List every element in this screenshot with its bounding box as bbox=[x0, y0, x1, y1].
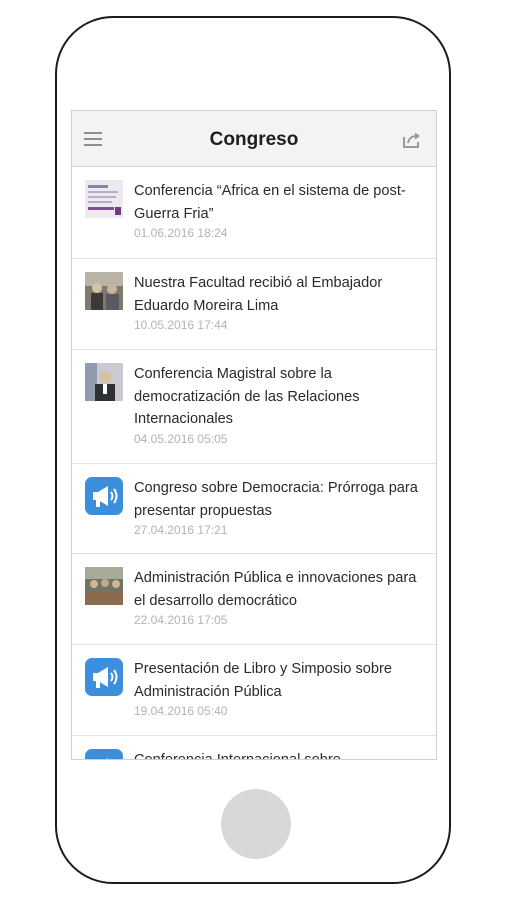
photo-thumbnail bbox=[85, 363, 123, 401]
item-title: Nuestra Facultad recibió al Embajador Ed… bbox=[134, 275, 383, 314]
item-date: 27.04.2016 17:21 bbox=[134, 523, 228, 537]
list-item[interactable]: Administración Pública e innovaciones pa… bbox=[72, 554, 436, 645]
item-title: Congreso sobre Democracia: Prórroga para… bbox=[134, 480, 418, 519]
item-date: 22.04.2016 17:05 bbox=[134, 613, 228, 627]
item-date: 01.06.2016 18:24 bbox=[134, 226, 228, 240]
document-thumbnail bbox=[85, 180, 123, 218]
item-date: 10.05.2016 17:44 bbox=[134, 318, 228, 332]
item-title: Administración Pública e innovaciones pa… bbox=[134, 570, 417, 609]
list-item[interactable]: Conferencia Internacional sobre bbox=[72, 736, 436, 760]
item-title: Conferencia Internacional sobre bbox=[134, 752, 341, 760]
item-title: Conferencia Magistral sobre la democrati… bbox=[134, 366, 360, 427]
app-screen: Congreso Conferencia “Africa en el siste… bbox=[71, 110, 437, 760]
item-title: Conferencia “Africa en el sistema de pos… bbox=[134, 183, 406, 222]
share-icon[interactable] bbox=[402, 131, 422, 149]
list-item[interactable]: Nuestra Facultad recibió al Embajador Ed… bbox=[72, 259, 436, 350]
item-date: 04.05.2016 05:05 bbox=[134, 431, 228, 446]
news-list: Conferencia “Africa en el sistema de pos… bbox=[72, 167, 436, 760]
megaphone-icon bbox=[85, 749, 123, 759]
item-title: Presentación de Libro y Simposio sobre A… bbox=[134, 661, 392, 700]
page-title: Congreso bbox=[209, 129, 299, 150]
megaphone-icon bbox=[85, 658, 123, 696]
top-bar: Congreso bbox=[72, 111, 436, 167]
list-item[interactable]: Conferencia Magistral sobre la democrati… bbox=[72, 350, 436, 464]
home-button[interactable] bbox=[221, 789, 291, 859]
megaphone-icon bbox=[85, 477, 123, 515]
list-item[interactable]: Conferencia “Africa en el sistema de pos… bbox=[72, 167, 436, 259]
photo-thumbnail bbox=[85, 272, 123, 310]
item-date: 19.04.2016 05:40 bbox=[134, 704, 228, 718]
list-item[interactable]: Presentación de Libro y Simposio sobre A… bbox=[72, 645, 436, 736]
photo-thumbnail bbox=[85, 567, 123, 605]
list-item[interactable]: Congreso sobre Democracia: Prórroga para… bbox=[72, 464, 436, 554]
